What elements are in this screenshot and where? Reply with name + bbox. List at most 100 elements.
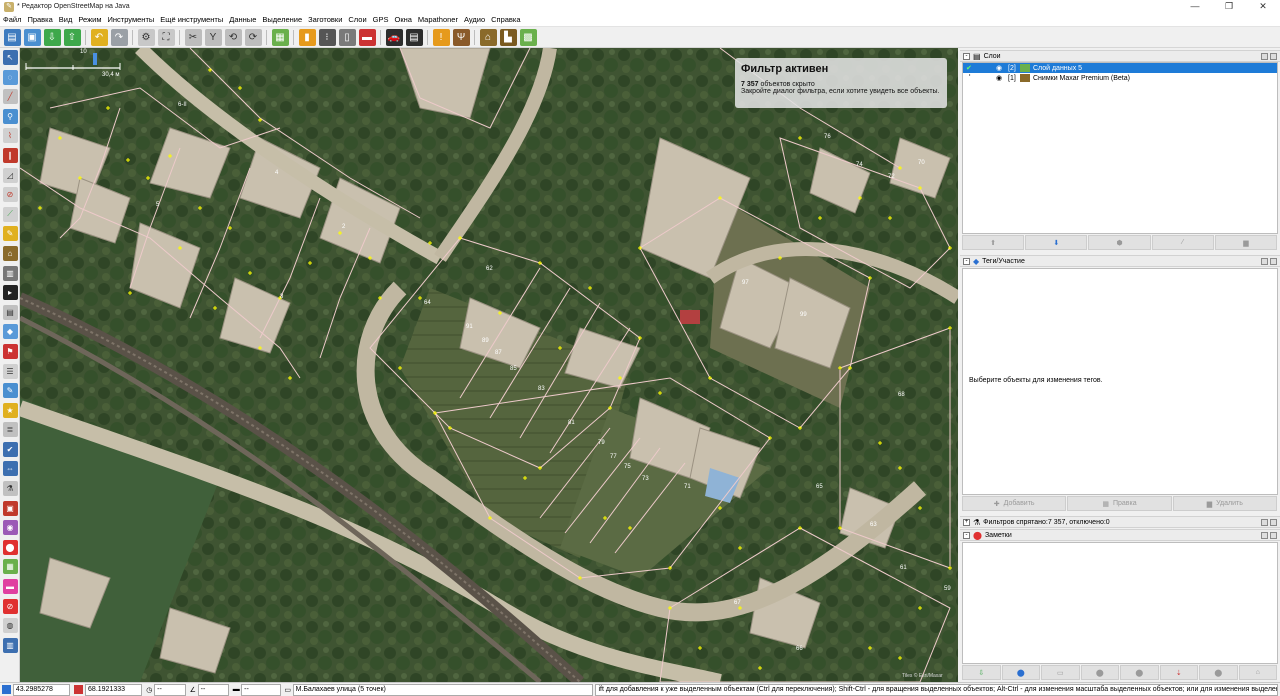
- sort-notes-button[interactable]: ⇣: [1159, 665, 1198, 680]
- dialog-stop-icon[interactable]: ⊘: [2, 598, 18, 614]
- expand-tools-icon[interactable]: ▸: [2, 285, 18, 301]
- panel-close-icon[interactable]: [1270, 519, 1277, 526]
- dialog-barcode-icon[interactable]: ▥: [2, 637, 18, 653]
- preset-factory-icon[interactable]: ⌂: [479, 28, 497, 46]
- merge-layer-button[interactable]: ⬢: [1088, 235, 1151, 250]
- building-tool-icon[interactable]: ⟋: [2, 206, 18, 222]
- preset-industrial-icon[interactable]: ▙: [499, 28, 517, 46]
- menu-data[interactable]: Данные: [226, 15, 259, 24]
- preset-warning-icon[interactable]: !: [432, 28, 450, 46]
- layer-row-data[interactable]: ✔ ◉ [2] Слой данных 5: [963, 63, 1277, 73]
- menu-layers[interactable]: Слои: [345, 15, 369, 24]
- note-settings-button[interactable]: ⌂: [1238, 665, 1277, 680]
- collapse-icon[interactable]: -: [963, 531, 970, 539]
- undo-icon[interactable]: ↶: [90, 28, 108, 46]
- terracer-icon[interactable]: ⌂: [2, 245, 18, 261]
- tags-panel-header[interactable]: - ◆ Теги/Участие: [960, 255, 1280, 267]
- move-icon[interactable]: ⠈: [966, 74, 980, 82]
- dialog-conflict-icon[interactable]: ⇔: [2, 461, 18, 477]
- preset-door-icon[interactable]: ▯: [338, 28, 356, 46]
- zoom-icon[interactable]: ⚲: [2, 108, 18, 124]
- new-note-button[interactable]: ⬤: [1001, 665, 1040, 680]
- layer-settings-button[interactable]: ⁄: [1151, 235, 1214, 250]
- panel-detach-icon[interactable]: [1261, 532, 1268, 539]
- save-icon[interactable]: ▣: [23, 28, 41, 46]
- buildings-icon[interactable]: ▥: [2, 265, 18, 281]
- upload-icon[interactable]: ⇧: [63, 28, 81, 46]
- extrude-icon[interactable]: ◿: [2, 167, 18, 183]
- menu-selection[interactable]: Выделение: [259, 15, 305, 24]
- lasso-icon[interactable]: ◌: [2, 69, 18, 85]
- dialog-globe-icon[interactable]: ◍: [2, 618, 18, 634]
- visibility-eye-icon[interactable]: ◉: [996, 74, 1008, 82]
- dialog-mapillary-icon[interactable]: ▬: [2, 579, 18, 595]
- download-notes-button[interactable]: ⇩: [962, 665, 1001, 680]
- layer-row-imagery[interactable]: ⠈ ◉ [1] Снимки Maxar Premium (Beta): [963, 73, 1277, 83]
- menu-gps[interactable]: GPS: [370, 15, 392, 24]
- pencil-icon[interactable]: ✎: [2, 226, 18, 242]
- visibility-eye-icon[interactable]: ◉: [996, 64, 1008, 72]
- dialog-relations-icon[interactable]: ⚑: [2, 343, 18, 359]
- delete-layer-button[interactable]: ▆: [1214, 235, 1278, 250]
- preset-barrier-icon[interactable]: ▮: [298, 28, 316, 46]
- menu-edit[interactable]: Правка: [24, 15, 55, 24]
- combine-way-icon[interactable]: Y: [204, 28, 222, 46]
- move-down-button[interactable]: ⬇: [1025, 235, 1088, 250]
- dialog-tags-icon[interactable]: ◆: [2, 324, 18, 340]
- collapse-icon[interactable]: -: [963, 52, 970, 60]
- collapse-icon[interactable]: -: [963, 257, 970, 265]
- map-view[interactable]: 6-II 4 5 2 3 91 89 87 85 83 81 79 77 75 73 71 97 99 76 74 72…: [20, 48, 958, 682]
- notes-panel-header[interactable]: - ⬤ Заметки: [960, 529, 1280, 541]
- dialog-commands-icon[interactable]: ≣: [2, 422, 18, 438]
- maximize-icon[interactable]: ❐: [1212, 0, 1246, 13]
- redo-icon[interactable]: ↷: [110, 28, 128, 46]
- upload-notes-button[interactable]: ⬤: [1199, 665, 1238, 680]
- menu-audio[interactable]: Аудио: [461, 15, 488, 24]
- preset-car-icon[interactable]: 🚗: [385, 28, 403, 46]
- split-way-icon[interactable]: ✂: [184, 28, 202, 46]
- comment-note-button[interactable]: ▭: [1041, 665, 1080, 680]
- improve-way-icon[interactable]: ⌇: [2, 128, 18, 144]
- panel-close-icon[interactable]: [1270, 532, 1277, 539]
- imagery-icon[interactable]: ▦: [271, 28, 289, 46]
- refresh-icon[interactable]: ⟳: [244, 28, 262, 46]
- active-layer-check-icon[interactable]: ✔: [966, 64, 980, 72]
- fullscreen-icon[interactable]: ⛶: [157, 28, 175, 46]
- dialog-validator-icon[interactable]: ✔: [2, 441, 18, 457]
- dialog-filter-icon[interactable]: ⚗: [2, 481, 18, 497]
- menu-windows[interactable]: Окна: [391, 15, 414, 24]
- menu-mapathoner[interactable]: Mapathoner: [415, 15, 461, 24]
- preset-traffic-signals-icon[interactable]: ⁝: [318, 28, 336, 46]
- dialog-selection-icon[interactable]: ☰: [2, 363, 18, 379]
- menu-file[interactable]: Файл: [0, 15, 24, 24]
- panel-detach-icon[interactable]: [1261, 53, 1268, 60]
- select-tool-icon[interactable]: ↖: [2, 50, 18, 65]
- dialog-history-icon[interactable]: ✎: [2, 383, 18, 399]
- filter-panel-header[interactable]: + ⚗ Фильтров спрятано:7 357, отключено:0: [960, 516, 1280, 528]
- panel-detach-icon[interactable]: [1261, 258, 1268, 265]
- dialog-color-icon[interactable]: ◉: [2, 520, 18, 536]
- panel-detach-icon[interactable]: [1261, 519, 1268, 526]
- preset-building-icon[interactable]: ▬: [358, 28, 376, 46]
- delete-tag-button[interactable]: ▆ Удалить: [1172, 496, 1277, 511]
- menu-tools[interactable]: Инструменты: [105, 15, 158, 24]
- draw-icon[interactable]: ╱: [2, 89, 18, 105]
- download-icon[interactable]: ⇩: [43, 28, 61, 46]
- menu-mode[interactable]: Режим: [75, 15, 104, 24]
- delete-mode-icon[interactable]: ⊘: [2, 187, 18, 203]
- dialog-imagery-icon[interactable]: ▦: [2, 559, 18, 575]
- open-file-icon[interactable]: ▤: [3, 28, 21, 46]
- preset-farmland-icon[interactable]: ▩: [519, 28, 537, 46]
- dialog-notes-icon[interactable]: ⬤: [2, 539, 18, 555]
- expand-icon[interactable]: +: [963, 518, 970, 526]
- reverse-way-icon[interactable]: ⟲: [224, 28, 242, 46]
- close-note-button[interactable]: ⬤: [1080, 665, 1119, 680]
- panel-close-icon[interactable]: [1270, 258, 1277, 265]
- edit-tag-button[interactable]: ▦ Правка: [1067, 496, 1172, 511]
- move-up-button[interactable]: ⬆: [962, 235, 1025, 250]
- menu-presets[interactable]: Заготовки: [305, 15, 345, 24]
- reopen-note-button[interactable]: ⬤: [1120, 665, 1159, 680]
- minimize-icon[interactable]: —: [1178, 0, 1212, 13]
- menu-help[interactable]: Справка: [488, 15, 523, 24]
- dialog-layers-icon[interactable]: ▤: [2, 304, 18, 320]
